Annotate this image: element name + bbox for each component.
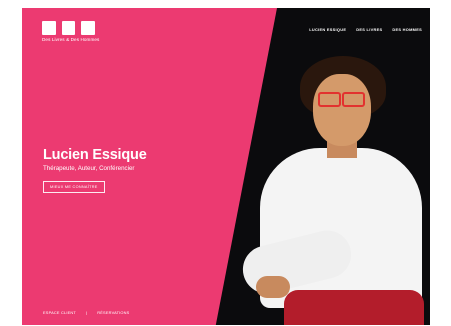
footer: ESPACE CLIENT | RÉSERVATIONS xyxy=(43,310,129,315)
logo-square-2 xyxy=(62,21,75,35)
nav-des-livres[interactable]: DES LIVRES xyxy=(356,27,382,32)
nav-lucien-essique[interactable]: LUCIEN ESSIQUE xyxy=(309,27,346,32)
footer-separator: | xyxy=(86,310,88,315)
nav-des-hommes[interactable]: DES HOMMES xyxy=(392,27,422,32)
page: Des Livres & Des Hommes LUCIEN ESSIQUE D… xyxy=(22,8,430,325)
hero-subtitle: Thérapeute, Auteur, Conférencier xyxy=(43,165,135,172)
logo-mark xyxy=(42,21,99,35)
logo-text: Des Livres & Des Hommes xyxy=(42,37,100,42)
hero: Lucien Essique Thérapeute, Auteur, Confé… xyxy=(43,147,147,193)
portrait-face xyxy=(313,74,371,146)
footer-reservations-link[interactable]: RÉSERVATIONS xyxy=(97,310,129,315)
logo-square-3 xyxy=(81,21,95,35)
footer-client-space-link[interactable]: ESPACE CLIENT xyxy=(43,310,76,315)
logo-square-1 xyxy=(42,21,56,35)
logo[interactable]: Des Livres & Des Hommes xyxy=(42,21,99,42)
glasses-right xyxy=(342,92,365,107)
hero-title: Lucien Essique xyxy=(43,147,147,163)
portrait-pants xyxy=(284,290,424,325)
main-nav: LUCIEN ESSIQUE DES LIVRES DES HOMMES xyxy=(309,27,422,32)
cta-button[interactable]: MIEUX ME CONNAÎTRE xyxy=(43,181,105,193)
glasses-left xyxy=(318,92,341,107)
portrait-hand xyxy=(256,276,290,298)
